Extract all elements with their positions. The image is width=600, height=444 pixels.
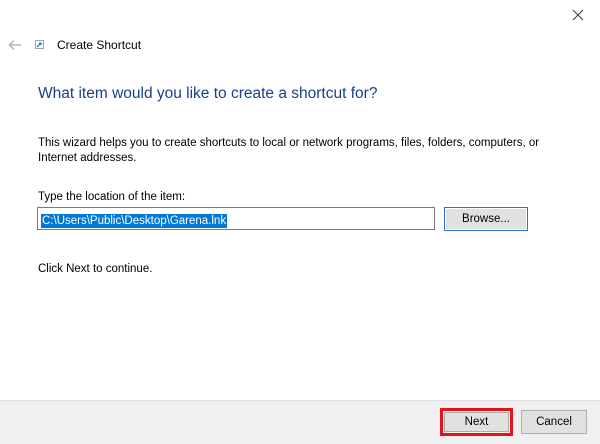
page-heading: What item would you like to create a sho… bbox=[38, 85, 378, 102]
location-value: C:\Users\Public\Desktop\Garena.lnk bbox=[41, 214, 228, 228]
cancel-button[interactable]: Cancel bbox=[521, 410, 587, 434]
wizard-header: Create Shortcut bbox=[0, 33, 560, 57]
browse-button[interactable]: Browse... bbox=[444, 207, 528, 231]
create-shortcut-dialog: Create Shortcut What item would you like… bbox=[0, 0, 600, 444]
back-button[interactable] bbox=[5, 35, 25, 55]
close-icon bbox=[572, 9, 584, 21]
shortcut-icon bbox=[35, 40, 44, 49]
continue-hint: Click Next to continue. bbox=[38, 263, 153, 275]
next-button[interactable]: Next bbox=[444, 412, 509, 432]
wizard-title: Create Shortcut bbox=[57, 38, 142, 52]
close-button[interactable] bbox=[560, 2, 596, 28]
wizard-description: This wizard helps you to create shortcut… bbox=[38, 137, 540, 164]
location-input[interactable]: C:\Users\Public\Desktop\Garena.lnk bbox=[37, 207, 435, 230]
location-label: Type the location of the item: bbox=[38, 191, 186, 203]
back-arrow-icon bbox=[8, 40, 21, 50]
